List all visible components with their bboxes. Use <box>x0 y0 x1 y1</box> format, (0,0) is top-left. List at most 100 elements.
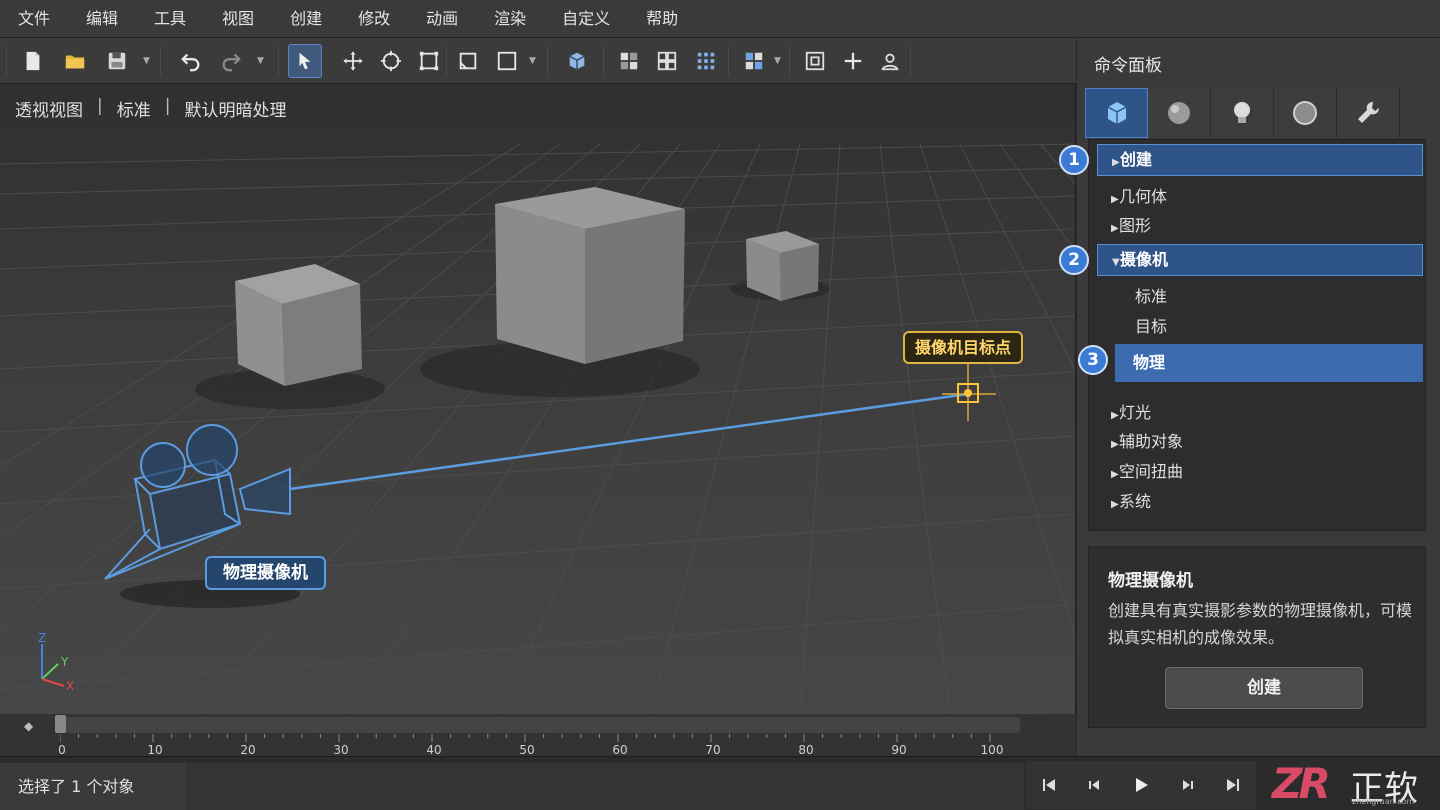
undo-icon[interactable] <box>174 44 208 78</box>
menu-view[interactable]: 视图 <box>204 0 272 38</box>
viewport-mode-label[interactable]: 标准 <box>117 96 151 121</box>
sphere-icon[interactable] <box>1148 88 1211 138</box>
plus-icon[interactable] <box>836 44 870 78</box>
circle-icon[interactable] <box>1274 88 1337 138</box>
expand-down-icon: ▼ <box>1112 257 1120 268</box>
command-panel-title: 命令面板 <box>1094 56 1162 76</box>
axis-x-label: X <box>66 679 74 693</box>
step-badge-3: 3 <box>1078 345 1108 375</box>
physical-camera-callout: 物理摄像机 <box>205 556 326 590</box>
main-toolbar: ▼ ▼ ▼ ▼ <box>0 38 1076 84</box>
viewport-shading-label[interactable]: 默认明暗处理 <box>184 96 286 121</box>
camera-sightline <box>289 392 969 491</box>
menu-file[interactable]: 文件 <box>0 0 68 38</box>
select-icon[interactable] <box>288 44 322 78</box>
menu-animation[interactable]: 动画 <box>408 0 476 38</box>
tree-item-label: 几何体 <box>1119 187 1168 206</box>
timeline[interactable]: ◆ 0 10 20 30 40 50 60 70 80 90 100 <box>0 714 1076 757</box>
ruler-tick-label: 50 <box>519 743 535 757</box>
go-to-start-icon[interactable] <box>1040 776 1058 794</box>
cube-left <box>235 264 362 386</box>
selection-status: 选择了 1 个对象 <box>0 763 186 810</box>
toolbar-separator <box>728 46 729 76</box>
layout-icon[interactable] <box>737 44 771 78</box>
time-slider-track[interactable] <box>60 717 1020 733</box>
tree-item-target-camera[interactable]: 目标 <box>1097 311 1423 343</box>
ruler-ticks <box>59 734 991 742</box>
user-pin-icon[interactable] <box>873 44 907 78</box>
create-button[interactable]: 创建 <box>1165 667 1363 709</box>
tree-item-label: 创建 <box>1120 150 1153 169</box>
viewport-label-separator: | <box>97 96 103 116</box>
key-diamond-icon[interactable]: ◆ <box>24 719 33 733</box>
info-description: 创建具有真实摄影参数的物理摄像机，可模拟真实相机的成像效果。 <box>1108 601 1413 647</box>
info-title: 物理摄像机 <box>1108 571 1193 591</box>
menu-modify[interactable]: 修改 <box>340 0 408 38</box>
menu-edit[interactable]: 编辑 <box>68 0 136 38</box>
menu-tools[interactable]: 工具 <box>136 0 204 38</box>
next-frame-icon[interactable] <box>1178 776 1196 794</box>
toolbar-separator <box>6 46 7 76</box>
camera-target-gizmo <box>942 358 996 421</box>
menu-render[interactable]: 渲染 <box>476 0 544 38</box>
tree-item-label: 摄像机 <box>1120 250 1169 269</box>
save-icon[interactable] <box>100 44 134 78</box>
menu-create[interactable]: 创建 <box>272 0 340 38</box>
toolbar-separator <box>547 46 548 76</box>
layout-dropdown-caret[interactable]: ▼ <box>774 56 781 66</box>
toolbar-separator <box>603 46 604 76</box>
new-file-icon[interactable] <box>16 44 50 78</box>
cube-large <box>495 187 685 364</box>
time-slider-handle[interactable] <box>55 715 66 733</box>
create-cube-icon[interactable] <box>1085 88 1148 138</box>
axis-y-label: Y <box>60 655 69 669</box>
grid-b-icon[interactable] <box>650 44 684 78</box>
tree-item-space-warps[interactable]: ▶空间扭曲 <box>1097 456 1423 488</box>
tree-item-create[interactable]: ▶创建 <box>1097 144 1423 176</box>
tree-item-geometry[interactable]: ▶几何体 <box>1097 181 1423 213</box>
tree-item-helpers[interactable]: ▶辅助对象 <box>1097 426 1423 458</box>
grid-a-icon[interactable] <box>612 44 646 78</box>
redo-icon[interactable] <box>214 44 248 78</box>
viewport-label[interactable]: 透视视图 | 标准 | 默认明暗处理 <box>15 96 286 121</box>
camera-target-callout: 摄像机目标点 <box>903 331 1024 364</box>
tree-item-cameras[interactable]: ▼摄像机 <box>1097 244 1423 276</box>
menu-help[interactable]: 帮助 <box>628 0 696 38</box>
viewport-view-label[interactable]: 透视视图 <box>15 96 83 121</box>
redo-dropdown-caret[interactable]: ▼ <box>257 56 264 66</box>
viewport-scene: Z Y X <box>0 143 1075 714</box>
go-to-end-icon[interactable] <box>1224 776 1242 794</box>
play-icon[interactable] <box>1132 776 1150 794</box>
cube-view-icon[interactable] <box>560 44 594 78</box>
move-icon[interactable] <box>336 44 370 78</box>
status-bar: 选择了 1 个对象 ZR 正软 zhengruan.com <box>0 756 1440 810</box>
tree-item-systems[interactable]: ▶系统 <box>1097 486 1423 518</box>
perspective-viewport[interactable]: Z Y X 透视视图 | 标准 | 默认明暗处理 物理摄像机 摄像机目标点 <box>0 84 1076 714</box>
save-dropdown-caret[interactable]: ▼ <box>143 56 150 66</box>
axis-z-label: Z <box>38 631 46 645</box>
logo-mark: ZR <box>1272 759 1331 808</box>
ruler-tick-label: 60 <box>612 743 628 757</box>
tree-item-shapes[interactable]: ▶图形 <box>1097 210 1423 242</box>
crop-icon[interactable] <box>451 44 485 78</box>
grid-c-icon[interactable] <box>689 44 723 78</box>
command-panel: 命令面板 ▶创建 ▶几何体 ▶图形 ▼摄像机 标准 目标 物理 ▶灯光 ▶辅助对… <box>1059 38 1440 756</box>
light-bulb-icon[interactable] <box>1211 88 1274 138</box>
tree-item-standard-camera[interactable]: 标准 <box>1097 281 1423 313</box>
tree-item-label: 系统 <box>1119 492 1152 511</box>
cube-small <box>746 231 819 301</box>
rect-select-dropdown-caret[interactable]: ▼ <box>529 56 536 66</box>
tree-item-lights[interactable]: ▶灯光 <box>1097 397 1423 429</box>
tree-item-physical-camera[interactable]: 物理 <box>1115 344 1423 382</box>
frame-icon[interactable] <box>798 44 832 78</box>
open-folder-icon[interactable] <box>58 44 92 78</box>
menu-customize[interactable]: 自定义 <box>544 0 628 38</box>
previous-frame-icon[interactable] <box>1086 776 1104 794</box>
scale-icon[interactable] <box>412 44 446 78</box>
rotate-icon[interactable] <box>374 44 408 78</box>
expand-right-icon: ▶ <box>1112 157 1120 168</box>
frame-ruler[interactable]: 0 10 20 30 40 50 60 70 80 90 100 <box>58 734 1020 757</box>
expand-right-icon: ▶ <box>1111 499 1119 510</box>
rect-select-icon[interactable] <box>490 44 524 78</box>
wrench-icon[interactable] <box>1337 88 1400 138</box>
